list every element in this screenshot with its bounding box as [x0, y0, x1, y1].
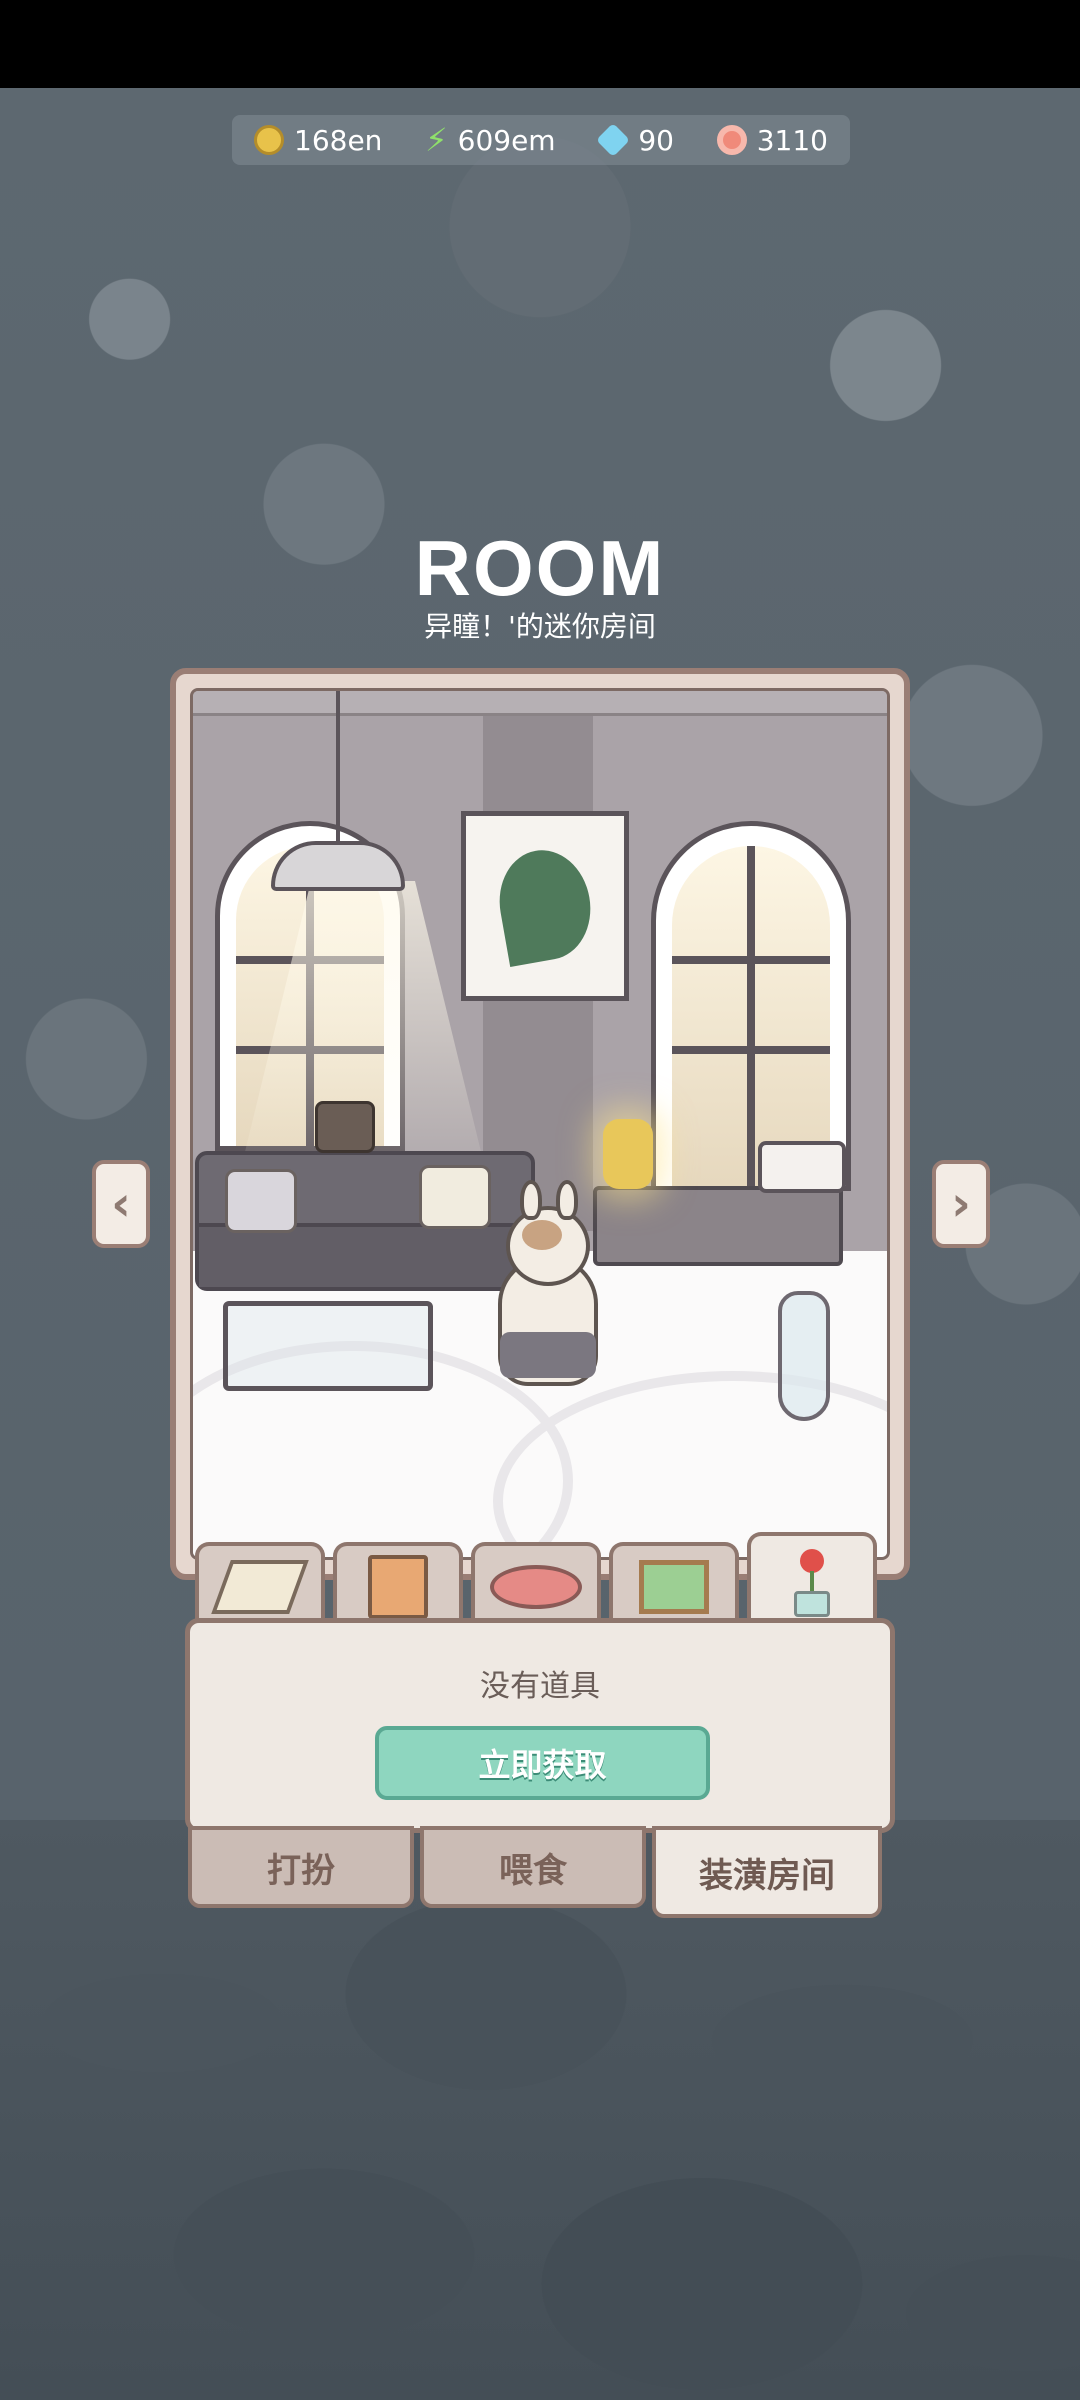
coffee-table — [223, 1301, 433, 1391]
tab-plant[interactable] — [747, 1532, 877, 1632]
monstera-leaf-icon — [491, 843, 599, 967]
leaf-poster — [461, 811, 629, 1001]
wallpaper-icon — [368, 1555, 428, 1619]
chevron-right-icon: › — [951, 1176, 971, 1232]
status-bar — [0, 0, 1080, 88]
tab-rug[interactable] — [471, 1542, 601, 1628]
pillow-right — [419, 1165, 491, 1229]
tab-dress-up[interactable]: 打扮 — [188, 1826, 414, 1908]
rug-icon — [490, 1565, 582, 1609]
currency-bar: 168en ⚡ 609em 90 3110 — [232, 115, 850, 165]
handbag-icon — [315, 1101, 375, 1153]
tab-wallpaper[interactable] — [333, 1542, 463, 1628]
radio-icon — [758, 1141, 846, 1193]
energy-value: 609em — [457, 123, 556, 157]
picture-frame-icon — [639, 1560, 709, 1614]
coin-value: 168en — [294, 123, 383, 157]
coin-counter[interactable]: 168en — [254, 124, 382, 157]
bunny-character[interactable] — [498, 1180, 598, 1386]
pillow-left — [225, 1169, 297, 1233]
get-now-button[interactable]: 立即获取 — [375, 1726, 710, 1800]
cabinet — [593, 1186, 843, 1266]
gem-value: 90 — [638, 123, 674, 157]
gem-counter[interactable]: 90 — [596, 123, 674, 157]
tab-decorate-room[interactable]: 装潢房间 — [652, 1826, 882, 1918]
room-scene[interactable] — [190, 688, 890, 1560]
coin-icon — [254, 125, 284, 155]
prev-room-button[interactable]: ‹ — [92, 1160, 150, 1248]
floor-tile-icon — [211, 1560, 309, 1614]
heart-value: 3110 — [756, 123, 828, 157]
room-header: ROOM 异瞳！'的迷你房间 — [0, 525, 1080, 645]
next-room-button[interactable]: › — [932, 1160, 990, 1248]
right-window — [651, 821, 851, 1191]
chevron-left-icon: ‹ — [111, 1176, 131, 1232]
bottom-tabs: 打扮 喂食 装潢房间 — [188, 1826, 882, 1918]
gem-icon — [596, 123, 631, 157]
pendant-lamp-icon — [271, 841, 405, 891]
page-title: ROOM — [414, 524, 666, 612]
lightning-icon: ⚡ — [425, 121, 448, 159]
page-subtitle: 异瞳！'的迷你房间 — [424, 610, 656, 643]
heart-counter[interactable]: 3110 — [716, 123, 828, 157]
potted-flower-icon — [790, 1549, 834, 1619]
tab-feed[interactable]: 喂食 — [420, 1826, 646, 1908]
vase-icon — [778, 1291, 830, 1421]
lantern-icon — [603, 1119, 653, 1189]
category-tabs — [195, 1532, 885, 1632]
room-preview-frame — [170, 668, 910, 1580]
tab-floor[interactable] — [195, 1542, 325, 1628]
inventory-panel: 没有道具 立即获取 — [185, 1618, 895, 1833]
lamp-cord — [336, 691, 340, 851]
sofa — [195, 1151, 535, 1291]
tab-picture[interactable] — [609, 1542, 739, 1628]
empty-message: 没有道具 — [480, 1669, 600, 1704]
donut-icon — [716, 125, 747, 155]
room-ceiling — [193, 691, 887, 716]
energy-counter[interactable]: ⚡ 609em — [425, 121, 555, 159]
